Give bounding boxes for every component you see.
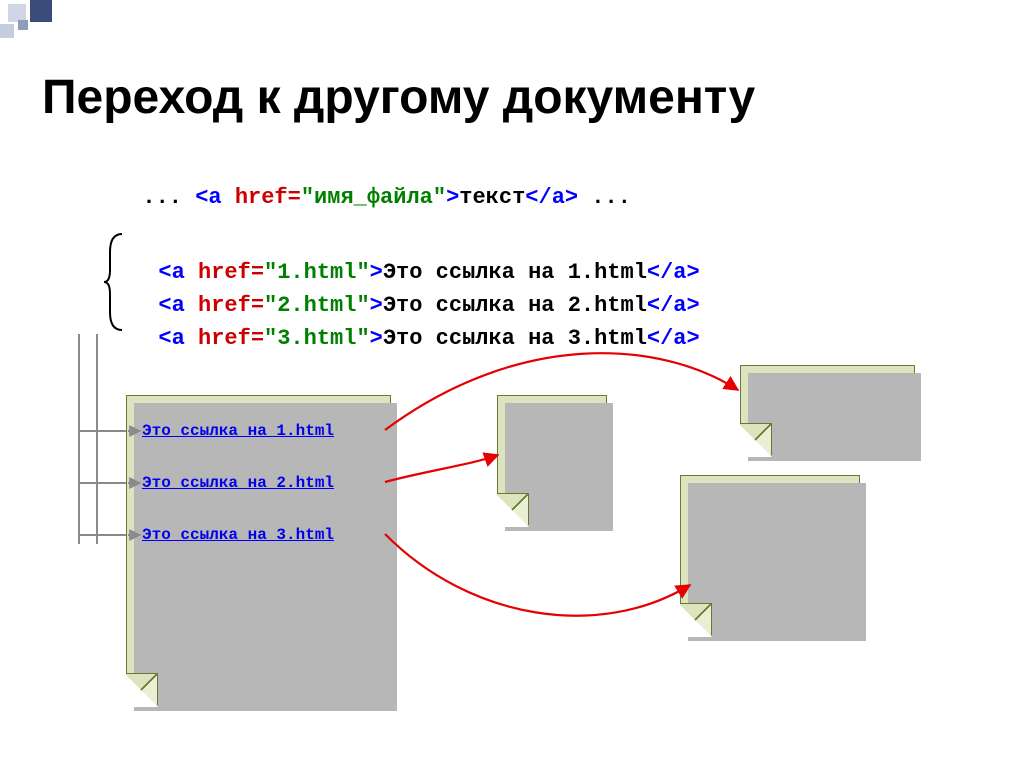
hyperlink-2[interactable]: Это ссылка на 2.html bbox=[142, 474, 334, 492]
target-document-1 bbox=[740, 365, 915, 455]
code-syntax: ... <a href="имя_файла">текст</a> ... bbox=[116, 160, 631, 210]
target-document-2 bbox=[497, 395, 607, 525]
hyperlink-1[interactable]: Это ссылка на 1.html bbox=[142, 422, 334, 440]
code-example-3: <a href="3.html">Это ссылка на 3.html</a… bbox=[132, 301, 700, 351]
source-document bbox=[126, 395, 391, 705]
brace-icon bbox=[102, 232, 128, 332]
target-document-3 bbox=[680, 475, 860, 635]
corner-decoration bbox=[0, 0, 60, 45]
hyperlink-3[interactable]: Это ссылка на 3.html bbox=[142, 526, 334, 544]
slide-title: Переход к другому документу bbox=[42, 70, 755, 125]
